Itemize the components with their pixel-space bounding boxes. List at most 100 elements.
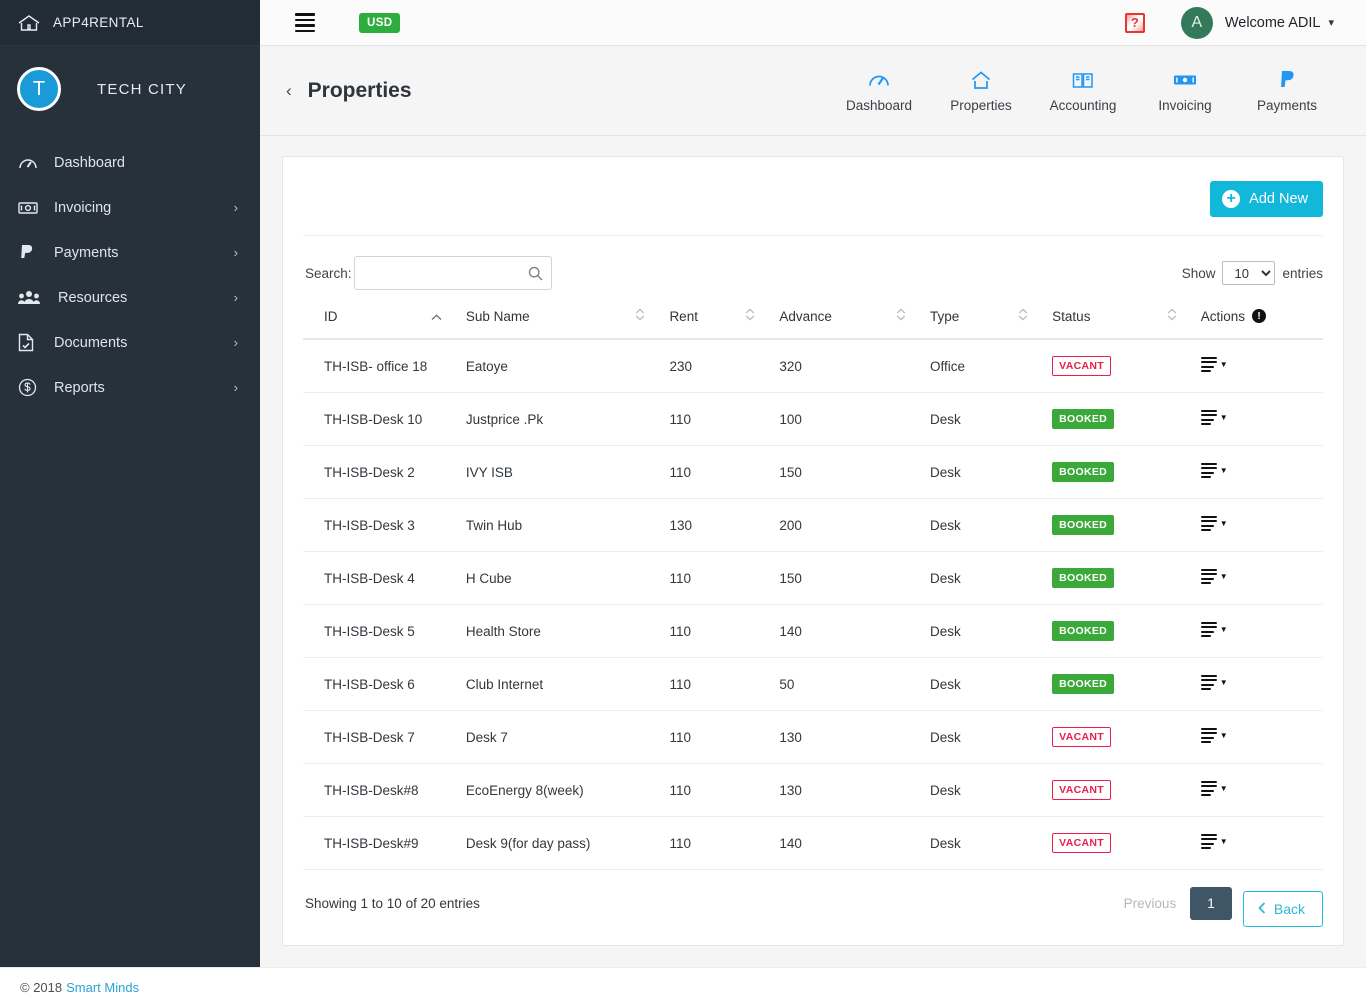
quicknav-label: Properties	[950, 98, 1012, 113]
status-badge: VACANT	[1052, 780, 1111, 800]
action-menu-icon[interactable]: ▼	[1200, 833, 1228, 850]
column-header-type[interactable]: Type	[930, 308, 1053, 340]
document-check-icon	[18, 333, 44, 352]
cell-actions: ▼	[1200, 604, 1323, 658]
quicknav-item-accounting[interactable]: Accounting	[1032, 68, 1134, 113]
caret-down-icon: ▼	[1219, 466, 1228, 475]
action-menu-icon[interactable]: ▼	[1200, 409, 1228, 426]
copyright-text: © 2018	[20, 979, 63, 995]
action-menu-icon[interactable]: ▼	[1200, 515, 1228, 532]
properties-card: + Add New Search: Show 10 entries ID Sub…	[282, 156, 1344, 946]
column-label: Status	[1052, 308, 1091, 324]
cell-rent: 110	[669, 392, 780, 446]
page-length-control: Show 102550100 entries	[1182, 261, 1323, 285]
quicknav-item-properties[interactable]: Properties	[930, 68, 1032, 113]
cell-sub-name: IVY ISB	[465, 445, 670, 499]
smart-minds-link[interactable]: Smart Minds	[66, 980, 139, 995]
cell-sub-name: Desk 7	[465, 710, 670, 764]
cell-advance: 320	[779, 339, 931, 393]
table-row: TH-ISB-Desk 4H Cube 110 150 Desk BOOKED ▼	[303, 551, 1323, 605]
column-header-sub-name[interactable]: Sub Name	[465, 308, 670, 340]
quicknav-item-payments[interactable]: Payments	[1236, 68, 1338, 113]
action-menu-icon[interactable]: ▼	[1200, 727, 1228, 744]
sidebar: APP4RENTAL T TECH CITY Dashboard Invoici…	[0, 0, 260, 967]
sidebar-item-invoicing[interactable]: Invoicing ›	[0, 185, 260, 230]
sidebar-item-reports[interactable]: Reports ›	[0, 365, 260, 410]
column-header-status[interactable]: Status	[1052, 308, 1201, 340]
column-header-advance[interactable]: Advance	[779, 308, 931, 340]
action-menu-icon[interactable]: ▼	[1200, 356, 1228, 373]
cell-type: Desk	[930, 763, 1053, 817]
table-row: TH-ISB-Desk 5 Health Store 110 140 Desk BOOKE…	[303, 604, 1323, 658]
column-label: Advance	[779, 308, 832, 324]
cell-sub-name: Twin Hub	[465, 498, 670, 552]
column-header-rent[interactable]: Rent	[669, 308, 780, 340]
cell-actions: ▼	[1200, 392, 1323, 446]
search-label: Search:	[305, 265, 352, 281]
action-menu-icon[interactable]: ▼	[1200, 674, 1228, 691]
status-badge: BOOKED	[1052, 674, 1115, 694]
house-icon	[970, 68, 992, 92]
table-head: ID Sub Name Rent Advance Type Status Act…	[303, 308, 1323, 340]
sidebar-item-label: Payments	[54, 244, 119, 261]
banknote-icon	[1173, 68, 1197, 92]
quicknav-item-dashboard[interactable]: Dashboard	[828, 68, 930, 113]
quicknav-label: Payments	[1256, 98, 1318, 113]
cell-id: TH-ISB-Desk#8	[303, 763, 466, 817]
caret-down-icon: ▼	[1219, 837, 1228, 846]
user-greeting[interactable]: Welcome ADIL	[1225, 15, 1321, 31]
pagination-previous[interactable]: Previous	[1110, 887, 1191, 920]
cell-type: Desk	[930, 445, 1053, 499]
cell-status: BOOKED	[1052, 604, 1201, 658]
cell-status: BOOKED	[1052, 498, 1201, 552]
table-row: TH-ISB-Desk#9 Desk 9(for day pass) 110 140 D…	[303, 816, 1323, 870]
action-menu-icon[interactable]: ▼	[1200, 780, 1228, 797]
hamburger-icon[interactable]	[295, 13, 315, 32]
caret-down-icon: ▼	[1219, 572, 1228, 581]
help-question-icon[interactable]: ?	[1124, 12, 1145, 33]
pagination-page-1[interactable]: 1	[1190, 887, 1232, 920]
tenant-block: T TECH CITY	[0, 46, 260, 132]
action-menu-icon[interactable]: ▼	[1200, 568, 1228, 585]
page-length-select[interactable]: 102550100	[1222, 261, 1276, 285]
dollar-circle-icon	[18, 378, 44, 397]
cell-advance: 100	[779, 392, 931, 446]
cell-type: Desk	[930, 657, 1053, 711]
caret-down-icon: ▼	[1219, 784, 1228, 793]
table-body: TH-ISB- office 18 Eatoye 230 320 Office VACAN…	[303, 339, 1323, 870]
cell-id: TH-ISB-Desk 3	[303, 498, 466, 552]
search-box[interactable]	[353, 256, 552, 290]
cell-sub-name: Eatoye	[465, 339, 670, 393]
sidebar-item-resources[interactable]: Resources ›	[0, 275, 260, 320]
currency-badge[interactable]: USD	[359, 12, 401, 33]
quicknav-label: Dashboard	[845, 98, 913, 113]
sidebar-brand[interactable]: APP4RENTAL	[0, 0, 260, 46]
home-cloud-icon	[17, 12, 43, 34]
page-back-icon[interactable]: ‹	[286, 81, 292, 101]
cell-id: TH-ISB-Desk 7	[303, 710, 466, 764]
column-label: Type	[930, 308, 960, 324]
cell-rent: 110	[669, 657, 780, 711]
brand-label: APP4RENTAL	[53, 15, 144, 30]
cell-type: Desk	[930, 604, 1053, 658]
showing-entries-info: Showing 1 to 10 of 20 entries	[305, 896, 480, 911]
search-input[interactable]	[354, 257, 551, 289]
cell-advance: 150	[779, 551, 931, 605]
sidebar-item-documents[interactable]: Documents ›	[0, 320, 260, 365]
sidebar-item-payments[interactable]: Payments ›	[0, 230, 260, 275]
sort-asc-icon	[431, 309, 466, 324]
action-menu-icon[interactable]: ▼	[1200, 621, 1228, 638]
chevron-down-icon[interactable]: ▾	[1328, 16, 1334, 29]
column-header-id[interactable]: ID	[303, 308, 466, 340]
back-button[interactable]: Back	[1242, 891, 1323, 927]
quicknav-item-invoicing[interactable]: Invoicing	[1134, 68, 1236, 113]
cell-rent: 110	[669, 763, 780, 817]
add-new-button[interactable]: + Add New	[1210, 181, 1323, 217]
tenant-name: TECH CITY	[97, 80, 187, 98]
paypal-icon	[18, 244, 44, 262]
banknote-icon	[18, 201, 44, 215]
info-icon[interactable]: !	[1252, 309, 1267, 323]
sidebar-item-dashboard[interactable]: Dashboard	[0, 140, 260, 185]
action-menu-icon[interactable]: ▼	[1200, 462, 1228, 479]
cell-advance: 130	[779, 710, 931, 764]
